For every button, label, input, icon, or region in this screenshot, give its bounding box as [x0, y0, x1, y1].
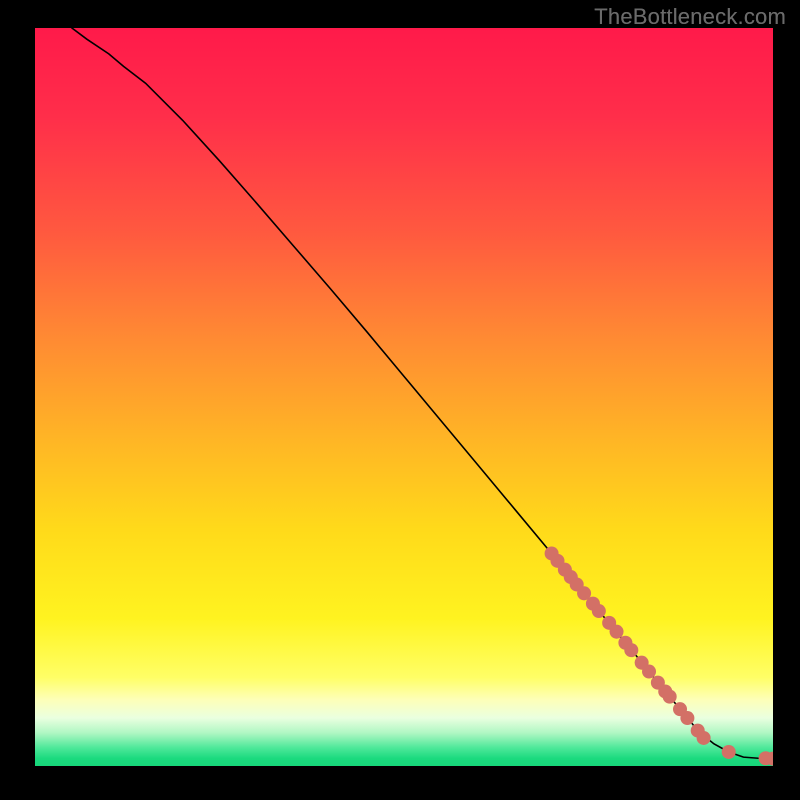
data-point	[680, 711, 694, 725]
gradient-background	[35, 28, 773, 766]
data-point	[697, 731, 711, 745]
data-point	[642, 665, 656, 679]
data-point	[610, 625, 624, 639]
data-point	[722, 745, 736, 759]
watermark-text-top: TheBottleneck.com	[594, 4, 786, 30]
border-bottom	[0, 766, 800, 800]
data-point	[624, 643, 638, 657]
plot-area	[35, 28, 773, 766]
plot-svg	[35, 28, 773, 766]
data-point	[592, 604, 606, 618]
border-left	[0, 0, 35, 800]
chart-frame: TheBottleneck.com TheBottleneck.com	[0, 0, 800, 800]
data-point	[663, 690, 677, 704]
border-right	[773, 0, 800, 800]
